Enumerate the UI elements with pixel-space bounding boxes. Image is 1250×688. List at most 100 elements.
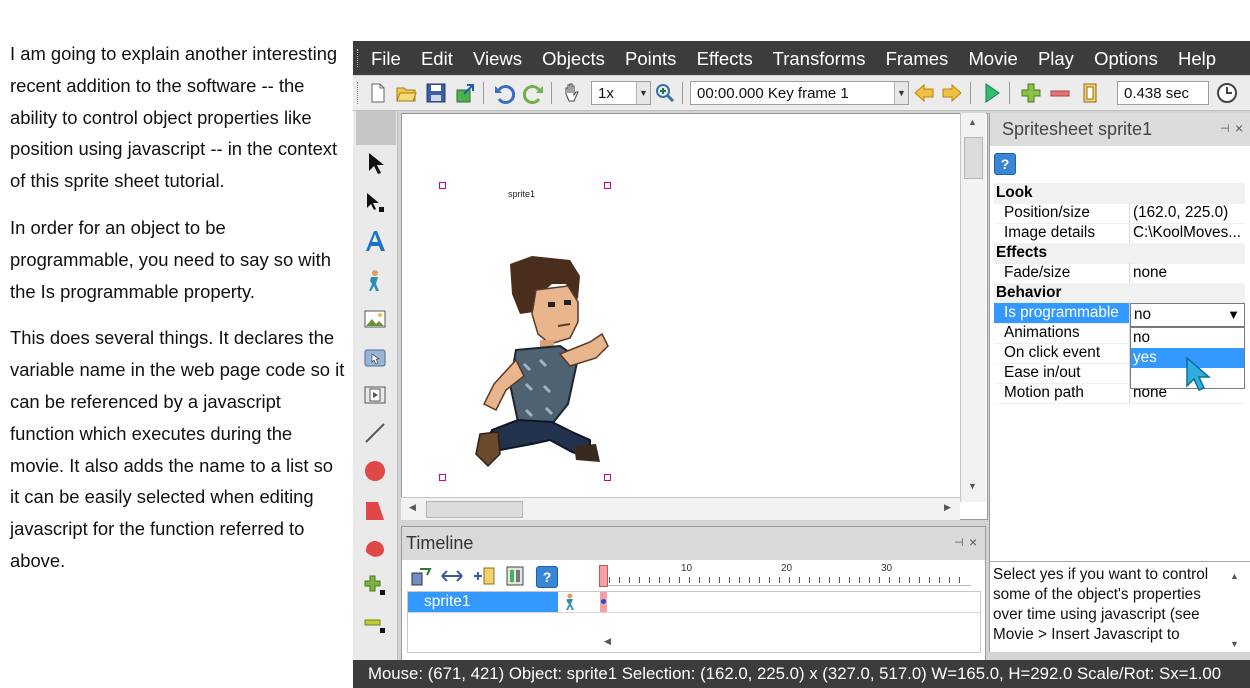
canvas-stage[interactable]: sprite1 <box>401 113 988 520</box>
menu-objects[interactable]: Objects <box>542 48 605 69</box>
keyframe-select[interactable]: 00:00.000 Key frame 1 ▼ <box>690 81 909 105</box>
timeline-ruler[interactable]: 10 20 30 <box>599 563 971 587</box>
duration-field[interactable]: 0.438 sec <box>1117 81 1209 105</box>
menu-bar: File Edit Views Objects Points Effects T… <box>353 41 1250 75</box>
chevron-down-icon[interactable]: ▼ <box>894 82 908 104</box>
image-tool-icon[interactable] <box>363 307 387 331</box>
selection-handle[interactable] <box>604 182 611 189</box>
property-row[interactable]: Image details C:\KoolMoves... <box>994 223 1245 244</box>
help-icon[interactable]: ? <box>994 153 1016 175</box>
pin-icon[interactable]: ⊣ <box>1220 122 1230 135</box>
chevron-down-icon[interactable]: ▼ <box>636 82 650 104</box>
menu-options[interactable]: Options <box>1094 48 1158 69</box>
scroll-down-arrow-icon[interactable]: ▼ <box>968 481 977 491</box>
close-icon[interactable]: × <box>969 534 977 550</box>
add-point-icon[interactable] <box>363 573 387 597</box>
zoom-in-icon[interactable] <box>654 82 676 104</box>
timeline-header: Timeline ⊣ × <box>402 527 985 560</box>
property-name: Ease in/out <box>1004 364 1081 381</box>
selection-handle[interactable] <box>439 474 446 481</box>
property-value[interactable]: none <box>1133 263 1245 283</box>
remove-point-icon[interactable] <box>363 611 387 635</box>
frame-props-icon[interactable] <box>504 565 526 587</box>
ellipse-tool-icon[interactable] <box>363 459 387 483</box>
add-frame-plus-icon[interactable] <box>1020 82 1042 104</box>
clock-icon[interactable] <box>1216 82 1238 104</box>
scroll-up-arrow-icon[interactable]: ▲ <box>1230 566 1239 586</box>
property-description: Select yes if you want to control some o… <box>989 561 1250 652</box>
save-icon[interactable] <box>425 82 447 104</box>
stage-vertical-scrollbar[interactable]: ▲ ▼ <box>960 113 986 502</box>
close-icon[interactable]: × <box>1235 120 1243 136</box>
property-row[interactable]: Position/size (162.0, 225.0) <box>994 203 1245 224</box>
freehand-tool-icon[interactable] <box>363 536 387 560</box>
menu-help[interactable]: Help <box>1178 48 1216 69</box>
scroll-left-arrow-icon[interactable]: ◀ <box>409 502 416 513</box>
undo-icon[interactable] <box>493 82 515 104</box>
expand-arrows-icon[interactable] <box>440 565 464 587</box>
scroll-thumb[interactable] <box>964 137 983 179</box>
sprite-character-image[interactable] <box>440 254 610 469</box>
next-frame-arrow-icon[interactable] <box>941 82 963 104</box>
menu-effects[interactable]: Effects <box>697 48 753 69</box>
property-row[interactable]: Fade/size none <box>994 263 1245 284</box>
menu-transforms[interactable]: Transforms <box>773 48 866 69</box>
menu-file[interactable]: File <box>371 48 401 69</box>
export-icon[interactable] <box>455 82 477 104</box>
property-category: Effects <box>994 243 1245 264</box>
text-tool-icon[interactable] <box>363 229 387 253</box>
select-arrow-icon[interactable] <box>363 151 387 175</box>
chevron-down-icon[interactable]: ▼ <box>1227 304 1240 326</box>
delete-frame-minus-icon[interactable] <box>1049 82 1071 104</box>
duration-value: 0.438 sec <box>1124 85 1190 102</box>
scroll-up-arrow-icon[interactable]: ▲ <box>968 117 977 127</box>
tool-palette <box>353 111 398 688</box>
scroll-right-arrow-icon[interactable]: ▶ <box>944 502 951 513</box>
timeline-title: Timeline <box>406 533 474 553</box>
menu-frames[interactable]: Frames <box>886 48 949 69</box>
is-programmable-select[interactable]: no ▼ <box>1130 303 1245 327</box>
insert-frame-icon[interactable] <box>472 565 496 587</box>
button-tool-icon[interactable] <box>363 346 387 370</box>
property-value[interactable]: C:\KoolMoves... <box>1133 223 1245 243</box>
timeline-layer-icon[interactable] <box>410 565 432 587</box>
property-category: Look <box>994 183 1245 204</box>
grip-icon <box>357 49 361 67</box>
pin-icon[interactable]: ⊣ <box>954 536 964 549</box>
new-file-icon[interactable] <box>367 82 389 104</box>
point-select-icon[interactable] <box>363 191 387 215</box>
property-name: Effects <box>996 244 1048 261</box>
scroll-down-arrow-icon[interactable]: ▼ <box>1230 634 1239 654</box>
menu-points[interactable]: Points <box>625 48 676 69</box>
menu-play[interactable]: Play <box>1038 48 1074 69</box>
scroll-left-arrow-icon[interactable]: ◀ <box>604 636 611 647</box>
menu-edit[interactable]: Edit <box>421 48 453 69</box>
property-name: Look <box>996 184 1033 201</box>
menu-movie[interactable]: Movie <box>968 48 1017 69</box>
frame-settings-icon[interactable] <box>1079 82 1101 104</box>
hand-pan-icon[interactable] <box>561 82 583 104</box>
selection-handle[interactable] <box>604 474 611 481</box>
scroll-thumb[interactable] <box>426 501 523 518</box>
stage-horizontal-scrollbar[interactable]: ◀ ▶ <box>401 497 960 520</box>
property-value[interactable]: (162.0, 225.0) <box>1133 203 1245 223</box>
help-icon[interactable]: ? <box>536 566 558 588</box>
zoom-select[interactable]: 1x ▼ <box>591 81 651 105</box>
movie-clip-tool-icon[interactable] <box>363 383 387 407</box>
redo-icon[interactable] <box>523 82 545 104</box>
property-name: Animations <box>1004 324 1080 341</box>
line-tool-icon[interactable] <box>363 421 387 445</box>
prev-frame-arrow-icon[interactable] <box>913 82 935 104</box>
dropdown-option-no[interactable]: no <box>1131 328 1244 348</box>
timeline-layer-row[interactable]: sprite1 <box>408 592 558 612</box>
playhead-marker[interactable] <box>599 565 608 587</box>
keyframe-cell[interactable] <box>600 592 607 612</box>
character-tool-icon[interactable] <box>363 269 387 293</box>
menu-views[interactable]: Views <box>473 48 522 69</box>
open-folder-icon[interactable] <box>395 82 417 104</box>
status-bar: Mouse: (671, 421) Object: sprite1 Select… <box>353 660 1250 688</box>
sprite-label: sprite1 <box>508 189 536 199</box>
selection-handle[interactable] <box>439 182 446 189</box>
play-icon[interactable] <box>981 82 1003 104</box>
rectangle-tool-icon[interactable] <box>363 499 387 523</box>
